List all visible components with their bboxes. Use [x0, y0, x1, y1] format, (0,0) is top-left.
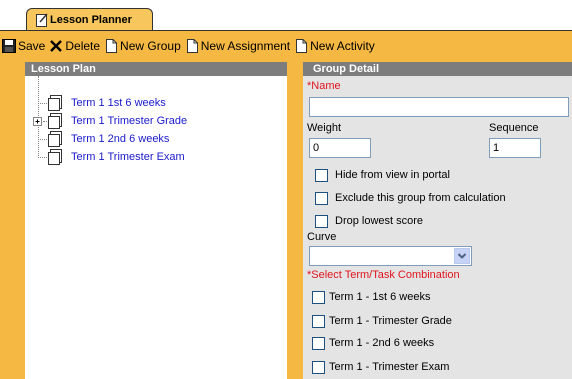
new-group-button[interactable]: New Group — [104, 36, 181, 56]
tree-item-label[interactable]: Term 1 2nd 6 weeks — [71, 133, 169, 145]
new-page-icon — [186, 39, 198, 53]
sequence-field[interactable] — [489, 138, 541, 158]
new-page-icon — [106, 39, 118, 53]
term-option[interactable]: Term 1 - 1st 6 weeks — [312, 289, 430, 305]
document-icon — [48, 131, 62, 147]
term-task-label: *Select Term/Task Combination — [307, 269, 460, 281]
chevron-down-icon — [457, 253, 467, 259]
group-detail-panel: Group Detail *Name Weight Sequence Hide … — [303, 62, 572, 379]
tree-connector — [38, 76, 39, 156]
toolbar: Save Delete New Group New Assignment New… — [0, 35, 379, 57]
curve-select[interactable] — [309, 246, 472, 266]
new-activity-button[interactable]: New Activity — [294, 36, 375, 56]
curve-label: Curve — [307, 231, 337, 243]
document-icon — [48, 95, 62, 111]
drop-lowest-label: Drop lowest score — [335, 215, 424, 227]
name-input[interactable] — [310, 98, 568, 116]
weight-label: Weight — [307, 122, 342, 134]
hide-from-portal-checkbox[interactable] — [315, 168, 328, 182]
save-label: Save — [18, 39, 46, 53]
exclude-calculation-checkbox[interactable] — [315, 191, 328, 205]
group-detail-header: Group Detail — [303, 62, 572, 76]
tree-item-label[interactable]: Term 1 Trimester Grade — [71, 115, 187, 127]
exclude-calculation-label: Exclude this group from calculation — [335, 192, 506, 204]
tree-item-label[interactable]: Term 1 1st 6 weeks — [71, 97, 166, 109]
exclude-calculation-option[interactable]: Exclude this group from calculation — [315, 190, 506, 206]
curve-dropdown-button[interactable] — [454, 248, 470, 264]
tab-strip: Lesson Planner — [0, 0, 572, 31]
new-assignment-button[interactable]: New Assignment — [185, 36, 290, 56]
term-option[interactable]: Term 1 - Trimester Exam — [312, 359, 449, 375]
term-option-label: Term 1 - 2nd 6 weeks — [329, 337, 435, 349]
lesson-plan-panel: Lesson Plan Term 1 1st 6 weeks Term 1 Tr… — [25, 62, 287, 379]
new-activity-label: New Activity — [310, 39, 375, 53]
hide-from-portal-option[interactable]: Hide from view in portal — [315, 167, 450, 183]
new-assignment-label: New Assignment — [200, 39, 291, 53]
term-option-label: Term 1 - Trimester Exam — [329, 361, 450, 373]
term-checkbox[interactable] — [312, 336, 325, 350]
term-checkbox[interactable] — [312, 290, 325, 304]
document-icon — [48, 149, 62, 165]
weight-field[interactable] — [309, 138, 371, 158]
expand-plus-icon[interactable] — [33, 117, 43, 127]
term-option-label: Term 1 - 1st 6 weeks — [329, 291, 431, 303]
weight-input[interactable] — [310, 139, 370, 157]
lesson-plan-header: Lesson Plan — [25, 62, 287, 76]
save-button[interactable]: Save — [2, 36, 45, 56]
term-option[interactable]: Term 1 - Trimester Grade — [312, 313, 452, 329]
hide-from-portal-label: Hide from view in portal — [335, 169, 450, 181]
delete-label: Delete — [65, 39, 101, 53]
sequence-label: Sequence — [489, 122, 539, 134]
name-label: *Name — [307, 80, 341, 92]
term-checkbox[interactable] — [312, 314, 325, 328]
tree-item-label[interactable]: Term 1 Trimester Exam — [71, 151, 185, 163]
document-icon — [48, 113, 62, 129]
term-option-label: Term 1 - Trimester Grade — [329, 315, 452, 327]
x-delete-icon — [50, 40, 63, 52]
term-option[interactable]: Term 1 - 2nd 6 weeks — [312, 335, 434, 351]
new-page-icon — [296, 39, 308, 53]
name-field[interactable] — [309, 97, 569, 117]
sequence-input[interactable] — [490, 139, 540, 157]
delete-button[interactable]: Delete — [49, 36, 100, 56]
term-checkbox[interactable] — [312, 360, 325, 374]
floppy-disk-icon — [2, 39, 16, 53]
drop-lowest-option[interactable]: Drop lowest score — [315, 213, 423, 229]
drop-lowest-checkbox[interactable] — [315, 214, 328, 228]
new-group-label: New Group — [120, 39, 181, 53]
tab-lesson-planner[interactable]: Lesson Planner — [26, 8, 153, 31]
pencil-note-icon — [36, 13, 48, 27]
tab-label: Lesson Planner — [50, 14, 132, 26]
